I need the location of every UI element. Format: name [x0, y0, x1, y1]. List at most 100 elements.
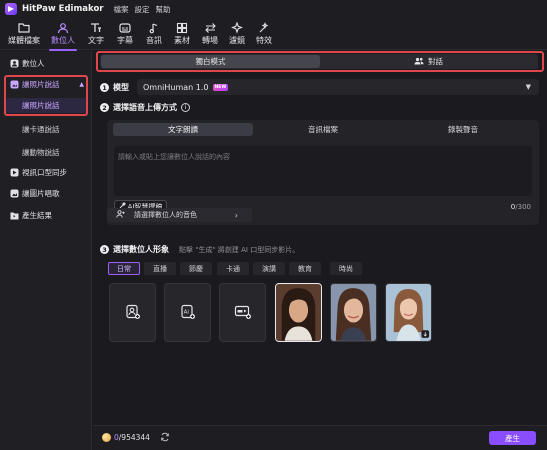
video-avatar-card[interactable]: [219, 283, 266, 342]
video-lipsync-icon: [9, 168, 19, 177]
sidebar-item-photo-sing[interactable]: 讓圖片唱歌: [4, 186, 88, 201]
text-icon: [90, 20, 102, 35]
menu-settings[interactable]: 設定: [135, 4, 150, 15]
effects-icon: [258, 20, 270, 35]
info-icon[interactable]: i: [181, 103, 190, 112]
tool-media-files[interactable]: 媒體檔案: [6, 20, 42, 48]
tool-effects[interactable]: 特效: [252, 20, 276, 48]
footer-bar: 0/954344 產生: [93, 425, 547, 450]
sidebar-subitem-cartoon-talk[interactable]: 讓卡通說話: [6, 122, 88, 137]
sidebar-item-results[interactable]: 產生結果: [4, 208, 88, 223]
voice-avatar-icon: [116, 210, 125, 220]
step-model: 1 模型: [100, 82, 129, 93]
step-label: 選擇數位人形象: [113, 245, 169, 254]
menu-help[interactable]: 幫助: [156, 4, 171, 15]
tab-record-voice[interactable]: 錄製聲音: [393, 123, 533, 136]
tool-label: 文字: [88, 36, 104, 45]
tool-digital-human[interactable]: 數位人: [47, 20, 79, 51]
tab-text-to-speech[interactable]: 文字朗讀: [113, 123, 253, 136]
digital-human-icon: [9, 59, 19, 68]
model-value: OmniHuman 1.0: [143, 82, 209, 92]
step-number: 3: [100, 245, 109, 254]
avatar-portrait-1: [276, 284, 321, 341]
avatar-thumbnail[interactable]: [275, 283, 322, 342]
coin-icon: [102, 433, 111, 442]
tool-label: 字幕: [117, 36, 133, 45]
sidebar-item-label: 數位人: [22, 59, 45, 68]
app-logo-icon: [5, 3, 17, 15]
step-number: 2: [100, 103, 109, 112]
avatar-thumbnail[interactable]: [330, 283, 377, 342]
upload-person-icon: [125, 304, 141, 322]
select-voice-label: 請選擇數位人的音色: [134, 211, 197, 219]
photo-sing-icon: [9, 189, 19, 198]
main-panel: 獨白模式 對話 1 模型 OmniHuman 1.0 NEW ▼ 2 選擇語音上…: [93, 51, 547, 450]
tool-subtitle[interactable]: 字幕: [113, 20, 137, 48]
ai-avatar-icon: Ai: [180, 304, 196, 322]
highlight-box-mode: [96, 51, 544, 72]
refresh-icon[interactable]: [160, 432, 170, 444]
assets-icon: [176, 20, 188, 35]
step-hint: 點擊 "生成" 將創建 AI 口型同步影片。: [179, 245, 300, 254]
tool-audio[interactable]: 音訊: [142, 20, 166, 48]
tool-label: 特效: [256, 36, 272, 45]
app-title: HitPaw Edimakor: [22, 4, 104, 14]
script-textarea[interactable]: 請輸入或貼上您讓數位人說話的內容: [114, 146, 532, 196]
folder-icon: [18, 20, 30, 35]
generate-button[interactable]: 產生: [489, 431, 536, 445]
char-counter: 0/300: [511, 203, 531, 211]
tool-transition[interactable]: 轉場: [198, 20, 222, 48]
avatar-thumbnail[interactable]: [385, 283, 432, 342]
audio-tabs: 文字朗讀 音訊檔案 錄製聲音: [113, 123, 533, 136]
category-cartoon[interactable]: 卡通: [217, 262, 249, 275]
category-education[interactable]: 教育: [289, 262, 321, 275]
category-speech[interactable]: 演講: [253, 262, 285, 275]
ai-avatar-card[interactable]: Ai: [164, 283, 211, 342]
category-fashion[interactable]: 時尚: [330, 262, 362, 275]
tab-audio-file[interactable]: 音訊檔案: [253, 123, 393, 136]
char-count-max: /300: [515, 203, 531, 211]
model-select[interactable]: OmniHuman 1.0 NEW ▼: [137, 79, 539, 95]
tool-label: 媒體檔案: [8, 36, 40, 45]
new-badge: NEW: [212, 83, 229, 91]
avatar-portrait-2: [331, 284, 376, 341]
tool-label: 音訊: [146, 36, 162, 45]
category-daily[interactable]: 日常: [108, 262, 140, 275]
step-label: 模型: [113, 83, 129, 92]
sidebar-item-label: 讓圖片唱歌: [22, 189, 60, 198]
menu-file[interactable]: 檔案: [114, 4, 129, 15]
upload-avatar-card[interactable]: [109, 283, 156, 342]
tool-assets[interactable]: 素材: [170, 20, 194, 48]
mode-selector: 獨白模式 對話: [96, 51, 544, 72]
main-toolbar: 媒體檔案 數位人 文字 字幕 音訊 素材 轉場 濾鏡 特效: [0, 18, 547, 51]
credits-display: 0/954344: [114, 433, 150, 442]
video-avatar-icon: [234, 304, 252, 322]
highlight-box-sidebar: [4, 75, 88, 116]
sidebar-item-label: 視訊口型同步: [22, 168, 67, 177]
select-voice-button[interactable]: 請選擇數位人的音色 ›: [107, 208, 252, 222]
sidebar-subitem-animal-talk[interactable]: 讓動物說話: [6, 145, 88, 160]
title-bar: HitPaw Edimakor 檔案 設定 幫助: [0, 0, 547, 18]
textarea-placeholder: 請輸入或貼上您讓數位人說話的內容: [118, 153, 230, 161]
music-note-icon: [148, 20, 160, 35]
step-number: 1: [100, 83, 109, 92]
tool-label: 濾鏡: [229, 36, 245, 45]
tool-text[interactable]: 文字: [84, 20, 108, 48]
sidebar-item-video-lipsync[interactable]: 視訊口型同步: [4, 165, 88, 180]
svg-text:Ai: Ai: [183, 309, 189, 315]
credits-total: /954344: [118, 433, 150, 442]
results-folder-icon: [9, 211, 19, 220]
step-avatar: 3 選擇數位人形象 點擊 "生成" 將創建 AI 口型同步影片。: [100, 244, 299, 255]
category-live[interactable]: 直播: [144, 262, 176, 275]
tool-label: 轉場: [202, 36, 218, 45]
filter-icon: [231, 20, 243, 35]
category-festival[interactable]: 節慶: [180, 262, 212, 275]
tool-label: 素材: [174, 36, 190, 45]
digital-human-icon: [57, 20, 69, 35]
tool-label: 數位人: [51, 36, 75, 45]
transition-icon: [204, 20, 217, 35]
step-audio: 2 選擇語音上傳方式 i: [100, 102, 190, 113]
tool-filter[interactable]: 濾鏡: [225, 20, 249, 48]
sidebar-item-digital-human[interactable]: 數位人: [4, 56, 88, 71]
chevron-right-icon: ›: [234, 210, 238, 220]
